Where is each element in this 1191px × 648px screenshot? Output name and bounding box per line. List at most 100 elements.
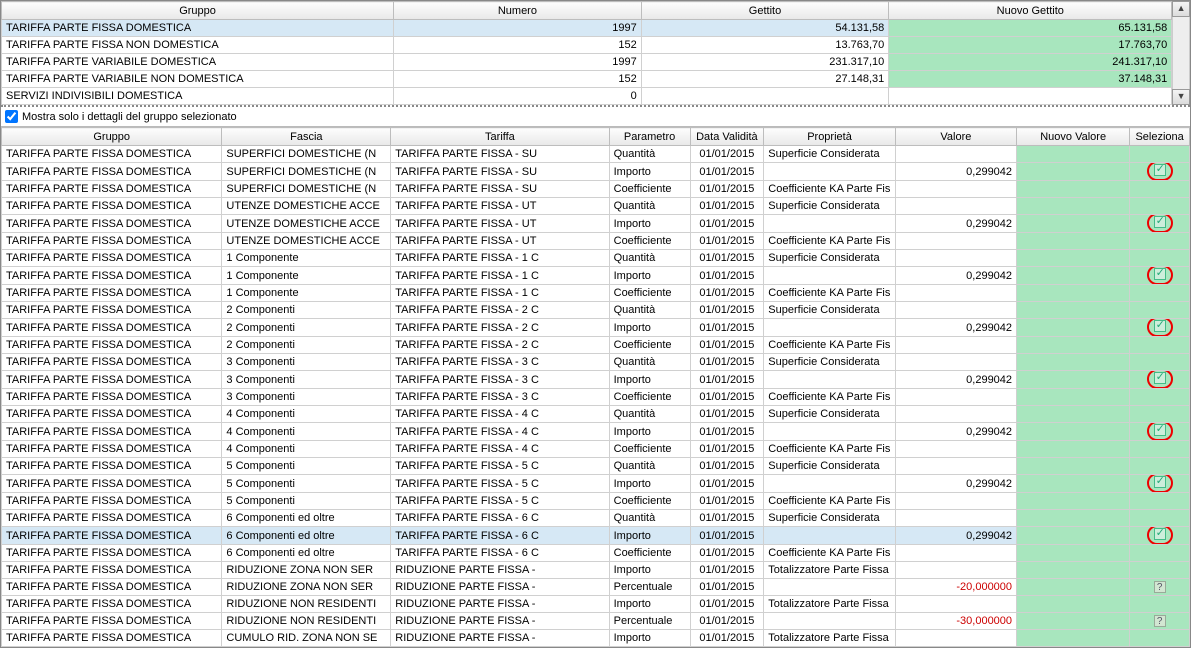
det-seleziona[interactable] bbox=[1130, 630, 1190, 647]
summary-row[interactable]: TARIFFA PARTE VARIABILE DOMESTICA1997231… bbox=[2, 54, 1172, 71]
detail-row[interactable]: TARIFFA PARTE FISSA DOMESTICA6 Component… bbox=[2, 545, 1190, 562]
det-nuovovalore[interactable] bbox=[1017, 319, 1130, 337]
detail-row[interactable]: TARIFFA PARTE FISSA DOMESTICARIDUZIONE N… bbox=[2, 596, 1190, 613]
det-nuovovalore[interactable] bbox=[1017, 389, 1130, 406]
det-nuovovalore[interactable] bbox=[1017, 423, 1130, 441]
question-icon[interactable]: ? bbox=[1154, 615, 1166, 627]
det-nuovovalore[interactable] bbox=[1017, 337, 1130, 354]
det-nuovovalore[interactable] bbox=[1017, 250, 1130, 267]
scroll-track[interactable] bbox=[1172, 17, 1190, 89]
detail-row[interactable]: TARIFFA PARTE FISSA DOMESTICA1 Component… bbox=[2, 250, 1190, 267]
det-seleziona[interactable]: ? bbox=[1130, 613, 1190, 630]
det-seleziona[interactable] bbox=[1130, 181, 1190, 198]
col-gettito[interactable]: Gettito bbox=[641, 2, 889, 20]
detail-row[interactable]: TARIFFA PARTE FISSA DOMESTICA5 Component… bbox=[2, 493, 1190, 510]
detail-row[interactable]: TARIFFA PARTE FISSA DOMESTICA3 Component… bbox=[2, 371, 1190, 389]
checkbox-icon[interactable] bbox=[1154, 528, 1166, 540]
checkbox-icon[interactable] bbox=[1154, 320, 1166, 332]
detcol-seleziona[interactable]: Seleziona bbox=[1130, 128, 1190, 146]
det-nuovovalore[interactable] bbox=[1017, 146, 1130, 163]
checkbox-icon[interactable] bbox=[1154, 268, 1166, 280]
det-seleziona[interactable] bbox=[1130, 337, 1190, 354]
detail-row[interactable]: TARIFFA PARTE FISSA DOMESTICARIDUZIONE N… bbox=[2, 613, 1190, 630]
detail-row[interactable]: TARIFFA PARTE FISSA DOMESTICA5 Component… bbox=[2, 475, 1190, 493]
det-nuovovalore[interactable] bbox=[1017, 510, 1130, 527]
det-seleziona[interactable] bbox=[1130, 441, 1190, 458]
scroll-up-icon[interactable]: ▲ bbox=[1172, 1, 1190, 17]
det-nuovovalore[interactable] bbox=[1017, 354, 1130, 371]
det-nuovovalore[interactable] bbox=[1017, 493, 1130, 510]
det-nuovovalore[interactable] bbox=[1017, 285, 1130, 302]
col-gruppo[interactable]: Gruppo bbox=[2, 2, 394, 20]
detcol-nuovovalore[interactable]: Nuovo Valore bbox=[1017, 128, 1130, 146]
det-seleziona[interactable] bbox=[1130, 267, 1190, 285]
detcol-tariffa[interactable]: Tariffa bbox=[391, 128, 609, 146]
summary-row[interactable]: TARIFFA PARTE FISSA NON DOMESTICA15213.7… bbox=[2, 37, 1172, 54]
det-seleziona[interactable] bbox=[1130, 163, 1190, 181]
detcol-fascia[interactable]: Fascia bbox=[222, 128, 391, 146]
checkbox-icon[interactable] bbox=[1154, 424, 1166, 436]
det-nuovovalore[interactable] bbox=[1017, 181, 1130, 198]
detail-row[interactable]: TARIFFA PARTE FISSA DOMESTICASUPERFICI D… bbox=[2, 146, 1190, 163]
det-nuovovalore[interactable] bbox=[1017, 630, 1130, 647]
detail-row[interactable]: TARIFFA PARTE FISSA DOMESTICA2 Component… bbox=[2, 302, 1190, 319]
detail-row[interactable]: TARIFFA PARTE FISSA DOMESTICA6 Component… bbox=[2, 510, 1190, 527]
summary-row[interactable]: TARIFFA PARTE FISSA DOMESTICA199754.131,… bbox=[2, 20, 1172, 37]
det-seleziona[interactable] bbox=[1130, 406, 1190, 423]
col-nuovo-gettito[interactable]: Nuovo Gettito bbox=[889, 2, 1172, 20]
det-nuovovalore[interactable] bbox=[1017, 198, 1130, 215]
det-seleziona[interactable] bbox=[1130, 493, 1190, 510]
det-nuovovalore[interactable] bbox=[1017, 215, 1130, 233]
det-seleziona[interactable] bbox=[1130, 596, 1190, 613]
det-seleziona[interactable] bbox=[1130, 510, 1190, 527]
col-numero[interactable]: Numero bbox=[394, 2, 642, 20]
det-seleziona[interactable] bbox=[1130, 527, 1190, 545]
detail-row[interactable]: TARIFFA PARTE FISSA DOMESTICASUPERFICI D… bbox=[2, 181, 1190, 198]
det-nuovovalore[interactable] bbox=[1017, 163, 1130, 181]
detcol-proprieta[interactable]: Proprietà bbox=[764, 128, 895, 146]
det-seleziona[interactable] bbox=[1130, 302, 1190, 319]
question-icon[interactable]: ? bbox=[1154, 581, 1166, 593]
det-seleziona[interactable] bbox=[1130, 389, 1190, 406]
detail-row[interactable]: TARIFFA PARTE FISSA DOMESTICACUMULO RID.… bbox=[2, 630, 1190, 647]
det-seleziona[interactable] bbox=[1130, 423, 1190, 441]
detail-row[interactable]: TARIFFA PARTE FISSA DOMESTICAUTENZE DOME… bbox=[2, 198, 1190, 215]
det-nuovovalore[interactable] bbox=[1017, 613, 1130, 630]
detcol-valore[interactable]: Valore bbox=[895, 128, 1016, 146]
detail-row[interactable]: TARIFFA PARTE FISSA DOMESTICA4 Component… bbox=[2, 441, 1190, 458]
det-nuovovalore[interactable] bbox=[1017, 267, 1130, 285]
det-seleziona[interactable] bbox=[1130, 285, 1190, 302]
det-seleziona[interactable] bbox=[1130, 354, 1190, 371]
det-nuovovalore[interactable] bbox=[1017, 527, 1130, 545]
det-seleziona[interactable] bbox=[1130, 215, 1190, 233]
detail-row[interactable]: TARIFFA PARTE FISSA DOMESTICA4 Component… bbox=[2, 406, 1190, 423]
detail-row[interactable]: TARIFFA PARTE FISSA DOMESTICARIDUZIONE Z… bbox=[2, 562, 1190, 579]
det-seleziona[interactable] bbox=[1130, 319, 1190, 337]
det-nuovovalore[interactable] bbox=[1017, 579, 1130, 596]
summary-row[interactable]: SERVIZI INDIVISIBILI DOMESTICA0 bbox=[2, 88, 1172, 105]
det-nuovovalore[interactable] bbox=[1017, 545, 1130, 562]
det-seleziona[interactable] bbox=[1130, 198, 1190, 215]
filter-checkbox[interactable] bbox=[5, 110, 18, 123]
detail-row[interactable]: TARIFFA PARTE FISSA DOMESTICA5 Component… bbox=[2, 458, 1190, 475]
det-seleziona[interactable] bbox=[1130, 458, 1190, 475]
det-nuovovalore[interactable] bbox=[1017, 406, 1130, 423]
det-nuovovalore[interactable] bbox=[1017, 371, 1130, 389]
det-seleziona[interactable]: ? bbox=[1130, 579, 1190, 596]
detcol-parametro[interactable]: Parametro bbox=[609, 128, 690, 146]
checkbox-icon[interactable] bbox=[1154, 476, 1166, 488]
det-seleziona[interactable] bbox=[1130, 233, 1190, 250]
det-seleziona[interactable] bbox=[1130, 545, 1190, 562]
detail-row[interactable]: TARIFFA PARTE FISSA DOMESTICA4 Component… bbox=[2, 423, 1190, 441]
detail-row[interactable]: TARIFFA PARTE FISSA DOMESTICA1 Component… bbox=[2, 285, 1190, 302]
detail-row[interactable]: TARIFFA PARTE FISSA DOMESTICA2 Component… bbox=[2, 319, 1190, 337]
det-nuovovalore[interactable] bbox=[1017, 233, 1130, 250]
detcol-data[interactable]: Data Validità bbox=[690, 128, 764, 146]
summary-scrollbar[interactable]: ▲ ▼ bbox=[1172, 1, 1190, 105]
detcol-gruppo[interactable]: Gruppo bbox=[2, 128, 222, 146]
det-nuovovalore[interactable] bbox=[1017, 458, 1130, 475]
detail-row[interactable]: TARIFFA PARTE FISSA DOMESTICASUPERFICI D… bbox=[2, 163, 1190, 181]
summary-row[interactable]: TARIFFA PARTE VARIABILE NON DOMESTICA152… bbox=[2, 71, 1172, 88]
det-seleziona[interactable] bbox=[1130, 371, 1190, 389]
checkbox-icon[interactable] bbox=[1154, 216, 1166, 228]
